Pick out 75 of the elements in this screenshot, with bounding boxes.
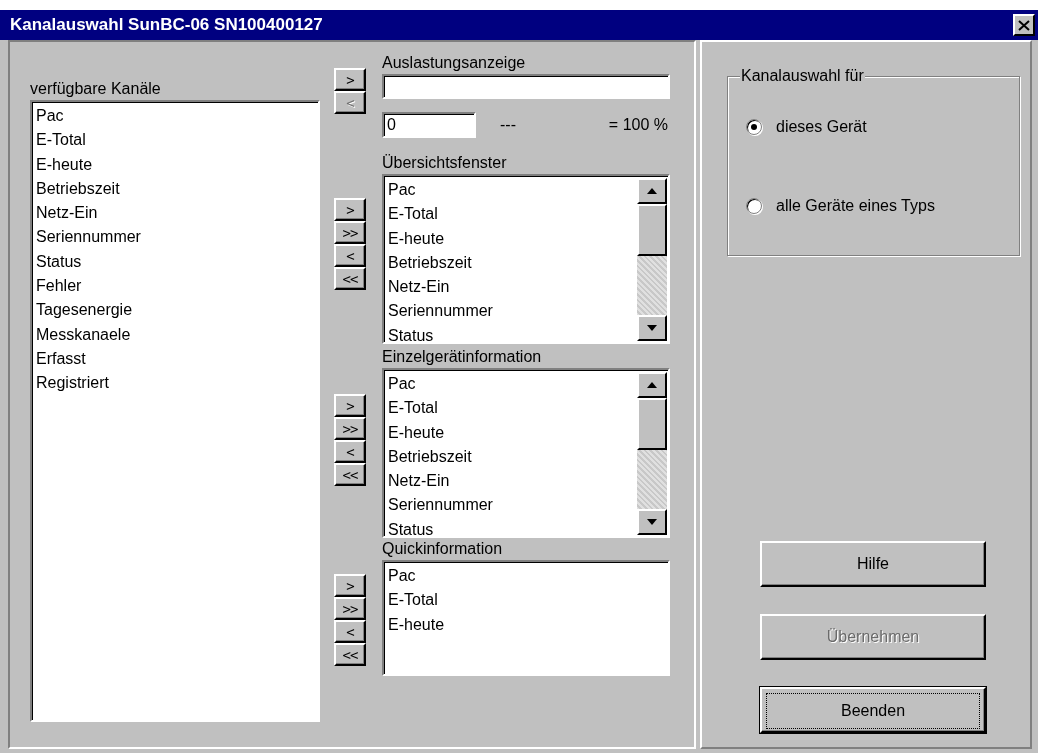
move-button[interactable]: > xyxy=(334,574,366,597)
section-label: Einzelgerätinformation xyxy=(382,347,543,367)
move-button[interactable]: << xyxy=(334,643,366,666)
scroll-down-button[interactable] xyxy=(637,315,667,341)
channel-list[interactable]: Pac E-Total E-heute Betriebszeit Netz-Ein Seriennummer Status xyxy=(382,174,670,344)
list-item[interactable]: Erfasst xyxy=(36,346,314,372)
list-item[interactable]: Seriennummer xyxy=(388,493,637,518)
list-item[interactable]: Netz-Ein xyxy=(388,275,637,300)
section-label: Auslastungsanzeige xyxy=(382,53,527,73)
list-item[interactable]: Seriennummer xyxy=(36,225,314,250)
list-item[interactable]: E-Total xyxy=(388,202,637,227)
move-button[interactable]: > xyxy=(334,198,366,221)
move-button[interactable]: > xyxy=(334,394,366,417)
channel-list[interactable]: Pac E-Total E-heute Betriebszeit Netz-Ein Seriennummer Status xyxy=(382,368,670,538)
radio-label[interactable]: alle Geräte eines Typs xyxy=(776,197,935,215)
scroll-thumb[interactable] xyxy=(637,398,667,450)
channel-list[interactable]: Pac E-Total E-heute Betriebszeit Netz-Ein Seriennummer Status Fehler Tagesenergie Messkanaele Erfasst Registriert xyxy=(30,100,320,722)
move-button[interactable]: < xyxy=(334,244,366,267)
triangle-up-icon xyxy=(647,382,657,388)
list-item[interactable]: E-heute xyxy=(388,612,668,637)
list-item[interactable]: Pac xyxy=(388,372,637,397)
triangle-down-icon xyxy=(647,519,657,525)
list-item[interactable]: E-heute xyxy=(388,420,637,445)
list-item[interactable]: Pac xyxy=(36,104,314,129)
list-item[interactable]: Registriert xyxy=(36,371,314,396)
list-item[interactable]: Seriennummer xyxy=(388,299,637,324)
list-item[interactable]: Netz-Ein xyxy=(388,469,637,494)
channel-list[interactable]: Pac E-Total E-heute xyxy=(382,560,670,676)
list-item[interactable]: Netz-Ein xyxy=(36,201,314,226)
list-item[interactable]: E-Total xyxy=(36,128,314,153)
move-button[interactable]: < xyxy=(334,440,366,463)
scroll-thumb[interactable] xyxy=(637,204,667,256)
close-button[interactable] xyxy=(1013,14,1035,36)
move-button[interactable]: < xyxy=(334,620,366,643)
move-button[interactable]: << xyxy=(334,267,366,290)
section-label: Quickinformation xyxy=(382,539,504,559)
radio-label[interactable]: dieses Gerät xyxy=(776,118,867,136)
percent-label: = 100 % xyxy=(608,116,668,134)
dialog-button[interactable]: Beenden xyxy=(760,687,986,733)
radio-button[interactable] xyxy=(746,119,762,135)
list-item[interactable]: Status xyxy=(36,249,314,275)
list-item[interactable]: Fehler xyxy=(36,274,314,299)
scroll-up-button[interactable] xyxy=(637,372,667,398)
list-item[interactable]: E-Total xyxy=(388,396,637,421)
window-title: Kanalauswahl SunBC-06 SN100400127 xyxy=(10,15,323,35)
move-button[interactable]: >> xyxy=(334,597,366,620)
list-item[interactable]: E-Total xyxy=(388,588,668,613)
scroll-down-button[interactable] xyxy=(637,509,667,535)
close-icon xyxy=(1018,19,1030,31)
scrollbar[interactable] xyxy=(637,372,667,535)
section-label: Übersichtsfenster xyxy=(382,153,508,173)
value-field[interactable]: 0 xyxy=(382,112,476,138)
triangle-down-icon xyxy=(647,325,657,331)
list-item[interactable]: Betriebszeit xyxy=(388,250,637,276)
list-item[interactable]: Tagesenergie xyxy=(36,298,314,323)
move-button[interactable]: << xyxy=(334,463,366,486)
list-item[interactable]: Messkanaele xyxy=(36,322,314,347)
list-item[interactable]: Status xyxy=(388,517,637,536)
scrollbar[interactable] xyxy=(637,178,667,341)
list-item[interactable]: Pac xyxy=(388,178,637,203)
separator-text: --- xyxy=(500,116,516,134)
scroll-up-button[interactable] xyxy=(637,178,667,204)
list-item[interactable]: Pac xyxy=(388,564,668,589)
list-item[interactable]: E-heute xyxy=(36,152,314,177)
move-button[interactable]: >> xyxy=(334,221,366,244)
triangle-up-icon xyxy=(647,188,657,194)
list-item[interactable]: Status xyxy=(388,323,637,342)
move-button[interactable]: >> xyxy=(334,417,366,440)
list-label: verfügbare Kanäle xyxy=(30,79,162,99)
list-item[interactable]: E-heute xyxy=(388,226,637,251)
radio-button[interactable] xyxy=(746,198,762,214)
move-button[interactable]: > xyxy=(334,68,366,91)
list-item[interactable]: Betriebszeit xyxy=(388,444,637,470)
dialog-button[interactable]: Hilfe xyxy=(760,541,986,587)
list-item[interactable]: Betriebszeit xyxy=(36,176,314,202)
